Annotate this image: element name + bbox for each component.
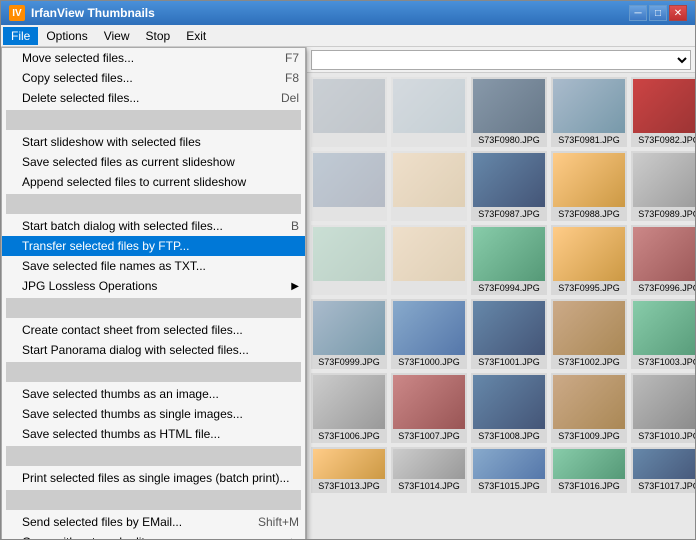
- separator-4: [6, 362, 301, 382]
- list-item[interactable]: S73F1001.JPG: [471, 299, 547, 369]
- list-item[interactable]: S73F0999.JPG: [311, 299, 387, 369]
- list-item[interactable]: S73F0989.JPG: [631, 151, 695, 221]
- thumb-spacer: [311, 225, 387, 295]
- list-item[interactable]: S73F1000.JPG: [391, 299, 467, 369]
- window-controls: ─ □ ✕: [629, 5, 687, 21]
- main-content: Move selected files... F7 Copy selected …: [1, 47, 695, 539]
- menu-save-filenames[interactable]: Save selected file names as TXT...: [2, 256, 305, 276]
- list-item[interactable]: S73F1016.JPG: [551, 447, 627, 493]
- list-item[interactable]: S73F1002.JPG: [551, 299, 627, 369]
- list-item[interactable]: S73F1007.JPG: [391, 373, 467, 443]
- separator-5: [6, 446, 301, 466]
- list-item[interactable]: S73F0980.JPG: [471, 77, 547, 147]
- minimize-button[interactable]: ─: [629, 5, 647, 21]
- menu-send-email[interactable]: Send selected files by EMail... Shift+M: [2, 512, 305, 532]
- separator-2: [6, 194, 301, 214]
- menu-print-files[interactable]: Print selected files as single images (b…: [2, 468, 305, 488]
- menu-options[interactable]: Options: [38, 27, 95, 45]
- close-button[interactable]: ✕: [669, 5, 687, 21]
- menu-exit[interactable]: Exit: [178, 27, 214, 45]
- list-item[interactable]: S73F1008.JPG: [471, 373, 547, 443]
- menu-bar: File Options View Stop Exit: [1, 25, 695, 47]
- menu-stop[interactable]: Stop: [138, 27, 179, 45]
- list-item[interactable]: S73F0981.JPG: [551, 77, 627, 147]
- menu-copy-files[interactable]: Copy selected files... F8: [2, 68, 305, 88]
- title-bar: IV IrfanView Thumbnails ─ □ ✕: [1, 1, 695, 25]
- thumb-spacer: [391, 225, 467, 295]
- menu-jpg-lossless[interactable]: JPG Lossless Operations ▶: [2, 276, 305, 296]
- list-item[interactable]: S73F0994.JPG: [471, 225, 547, 295]
- list-item[interactable]: S73F1017.JPG: [631, 447, 695, 493]
- menu-save-thumbs-image[interactable]: Save selected thumbs as an image...: [2, 384, 305, 404]
- list-item[interactable]: S73F1015.JPG: [471, 447, 547, 493]
- list-item[interactable]: S73F0988.JPG: [551, 151, 627, 221]
- path-dropdown[interactable]: [311, 50, 691, 70]
- menu-save-thumbs-single[interactable]: Save selected thumbs as single images...: [2, 404, 305, 424]
- menu-open-external[interactable]: Open with external editor ▶: [2, 532, 305, 539]
- list-item[interactable]: S73F0996.JPG: [631, 225, 695, 295]
- menu-start-batch[interactable]: Start batch dialog with selected files..…: [2, 216, 305, 236]
- list-item[interactable]: S73F1014.JPG: [391, 447, 467, 493]
- menu-start-slideshow[interactable]: Start slideshow with selected files: [2, 132, 305, 152]
- list-item[interactable]: S73F0982.JPG: [631, 77, 695, 147]
- app-icon: IV: [9, 5, 25, 21]
- list-item[interactable]: S73F0987.JPG: [471, 151, 547, 221]
- thumb-spacer: [311, 77, 387, 147]
- file-dropdown-menu: Move selected files... F7 Copy selected …: [1, 47, 306, 539]
- separator-6: [6, 490, 301, 510]
- menu-save-slideshow[interactable]: Save selected files as current slideshow: [2, 152, 305, 172]
- menu-contact-sheet[interactable]: Create contact sheet from selected files…: [2, 320, 305, 340]
- list-item[interactable]: S73F1010.JPG: [631, 373, 695, 443]
- separator-1: [6, 110, 301, 130]
- list-item[interactable]: S73F1009.JPG: [551, 373, 627, 443]
- separator-3: [6, 298, 301, 318]
- thumb-grid-wrapper[interactable]: S73F0980.JPG S73F0981.JPG S73F0982.JPG S…: [307, 73, 695, 539]
- thumb-grid: S73F0980.JPG S73F0981.JPG S73F0982.JPG S…: [311, 77, 691, 493]
- menu-move-files[interactable]: Move selected files... F7: [2, 48, 305, 68]
- menu-delete-files[interactable]: Delete selected files... Del: [2, 88, 305, 108]
- window-title: IrfanView Thumbnails: [31, 6, 155, 20]
- menu-transfer-ftp[interactable]: Transfer selected files by FTP...: [2, 236, 305, 256]
- thumbnail-panel: S73F0980.JPG S73F0981.JPG S73F0982.JPG S…: [306, 47, 695, 539]
- list-item[interactable]: S73F1003.JPG: [631, 299, 695, 369]
- list-item[interactable]: S73F1006.JPG: [311, 373, 387, 443]
- menu-panorama[interactable]: Start Panorama dialog with selected file…: [2, 340, 305, 360]
- list-item[interactable]: S73F0995.JPG: [551, 225, 627, 295]
- restore-button[interactable]: □: [649, 5, 667, 21]
- left-sidebar: Move selected files... F7 Copy selected …: [1, 47, 306, 539]
- main-window: IV IrfanView Thumbnails ─ □ ✕ File Optio…: [0, 0, 696, 540]
- thumb-spacer: [391, 151, 467, 221]
- thumb-spacer: [391, 77, 467, 147]
- menu-view[interactable]: View: [96, 27, 138, 45]
- list-item[interactable]: S73F1013.JPG: [311, 447, 387, 493]
- menu-append-slideshow[interactable]: Append selected files to current slidesh…: [2, 172, 305, 192]
- menu-file[interactable]: File: [3, 27, 38, 45]
- thumb-spacer: [311, 151, 387, 221]
- thumb-toolbar: [307, 47, 695, 73]
- menu-save-thumbs-html[interactable]: Save selected thumbs as HTML file...: [2, 424, 305, 444]
